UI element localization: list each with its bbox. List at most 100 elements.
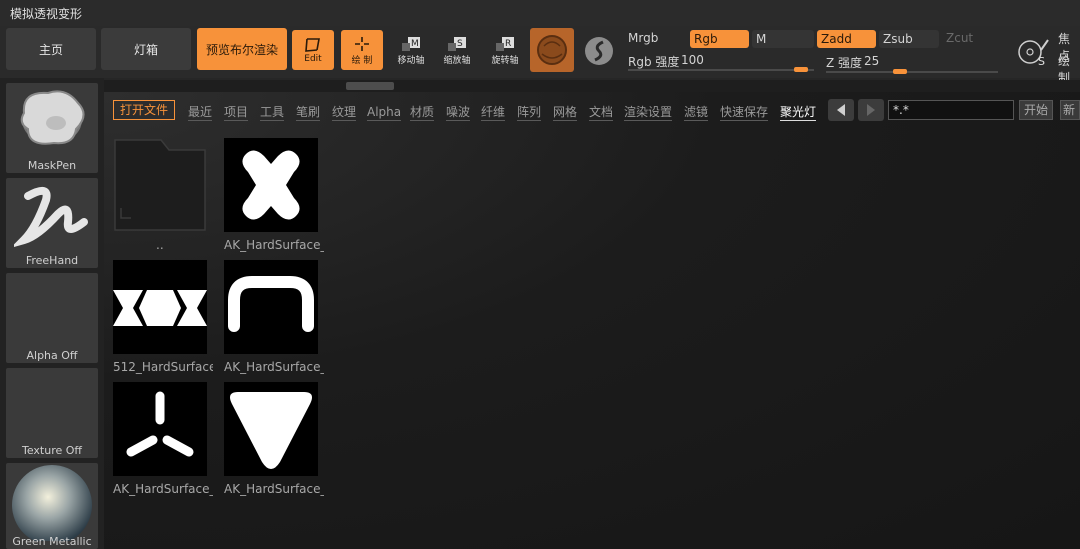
shading-sphere-button[interactable] [582,34,616,68]
tab-tool[interactable]: 工具 [260,104,285,121]
top-toolbar: 主页 灯箱 预览布尔渲染 Edit 绘 制 M 移动轴 S 缩放轴 R 旋转轴 … [0,26,1080,85]
start-button[interactable]: 开始 [1019,100,1054,120]
material-name: Green Metallic [12,535,92,548]
alpha-item-bracket[interactable] [224,260,318,354]
alpha-item-x[interactable] [224,138,318,232]
arrow-left-icon [837,104,845,116]
window-title: 模拟透视变形 [10,7,83,21]
scrollbar-thumb[interactable] [346,82,394,90]
scale-button[interactable]: S 缩放轴 [436,30,478,70]
tab-material[interactable]: 材质 [410,104,435,121]
edit-icon [305,38,320,52]
scale-key: S [457,39,463,49]
bracket-shape-alpha-icon [228,276,314,332]
material-slot[interactable]: Green Metallic [6,463,98,549]
x-shape-alpha-icon [242,150,300,220]
edit-button[interactable]: Edit [292,30,334,70]
z-intensity-knob[interactable] [892,69,907,74]
material-button[interactable] [530,28,574,72]
move-key: M [411,39,419,49]
tab-brush[interactable]: 笔刷 [296,104,321,121]
z-intensity-value: 25 [864,54,880,68]
freehand-stroke-icon [14,186,88,248]
horizontal-scrollbar[interactable] [104,80,1080,92]
tab-recent[interactable]: 最近 [188,104,213,121]
brush-settings-icon: S [1018,39,1049,68]
stroke-name: FreeHand [25,254,79,267]
tab-open-file[interactable]: 打开文件 [113,100,176,120]
alpha-slot[interactable]: Alpha Off [6,273,98,363]
z-intensity-label: Z 强度 [826,56,863,70]
home-button[interactable]: 主页 [6,28,96,70]
tab-document[interactable]: 文档 [589,104,614,121]
texture-name: Texture Off [21,444,82,457]
rotate-icon: R [496,36,514,51]
forward-button[interactable] [858,99,884,121]
mrgb-toggle[interactable]: Mrgb [628,31,658,45]
brush-slot[interactable]: MaskPen [6,83,98,173]
alpha-item-bowtie[interactable] [113,260,207,354]
bpr-render-button[interactable]: 预览布尔渲染 [197,28,287,70]
rotate-button[interactable]: R 旋转轴 [484,30,526,70]
zcut-toggle[interactable]: Zcut [946,31,973,45]
alpha-item-tripod[interactable] [113,382,207,476]
scale-icon: S [448,36,466,51]
tab-fibers[interactable]: 纤维 [481,104,506,121]
rotate-key: R [505,39,511,49]
move-button[interactable]: M 移动轴 [390,30,432,70]
rgb-intensity-knob[interactable] [794,67,809,72]
draw-label: 绘 制 [351,55,373,66]
material-sphere-preview [12,465,92,541]
rgb-intensity-value: 100 [681,53,704,67]
tab-texture[interactable]: 纹理 [332,104,357,121]
item-caption: .. [156,238,164,252]
filter-input[interactable]: *.* [888,100,1014,120]
bowtie-pattern-alpha-icon [113,290,207,326]
tab-project[interactable]: 项目 [224,104,249,121]
new-button[interactable]: 新建 [1060,100,1080,120]
tab-quicksave[interactable]: 快速保存 [720,104,769,121]
brush-key: S [1038,55,1045,68]
arrow-right-icon [867,104,875,116]
z-intensity-slider[interactable] [826,71,998,73]
tab-grid[interactable]: 网格 [553,104,578,121]
folder-item[interactable] [113,138,207,232]
crosshair-icon [355,36,369,51]
edit-label: Edit [304,54,322,64]
scale-label: 缩放轴 [443,55,471,66]
item-caption: AK_HardSurface_ [113,482,213,496]
zadd-toggle[interactable]: Zadd [817,30,876,48]
item-caption: AK_HardSurface_ [224,360,324,374]
tab-noise[interactable]: 噪波 [446,104,471,121]
maskpen-icon [20,90,85,145]
back-button[interactable] [828,99,854,121]
item-caption: 512_HardSurface [113,360,213,374]
stroke-slot[interactable]: FreeHand [6,178,98,268]
item-caption: AK_HardSurface_ [224,482,324,496]
tab-alpha[interactable]: Alpha [367,104,402,121]
tab-spotlight[interactable]: 聚光灯 [780,104,817,121]
item-caption: AK_HardSurface_ [224,238,324,252]
brush-settings-button[interactable]: S [1014,36,1054,68]
lightbox-button[interactable]: 灯箱 [101,28,191,70]
rgb-intensity-slider[interactable] [628,69,814,71]
material-sphere-icon [537,35,567,65]
zsub-toggle[interactable]: Zsub [879,30,939,48]
tab-render-settings[interactable]: 渲染设置 [624,104,673,121]
title-bar [0,0,1080,26]
rotate-label: 旋转轴 [491,55,519,66]
tripod-shape-alpha-icon [126,391,194,457]
alpha-item-triangle[interactable] [224,382,318,476]
move-label: 移动轴 [397,55,425,66]
move-icon: M [402,36,420,51]
tab-filters[interactable]: 滤镜 [684,104,709,121]
folder-icon [114,139,206,231]
texture-slot[interactable]: Texture Off [6,368,98,458]
triangle-shape-alpha-icon [230,392,312,469]
m-toggle[interactable]: M [752,30,814,48]
tab-array[interactable]: 阵列 [517,104,542,121]
rgb-toggle[interactable]: Rgb [690,30,749,48]
alpha-name: Alpha Off [26,349,78,362]
draw-button[interactable]: 绘 制 [341,30,383,70]
brush-name: MaskPen [27,159,77,172]
